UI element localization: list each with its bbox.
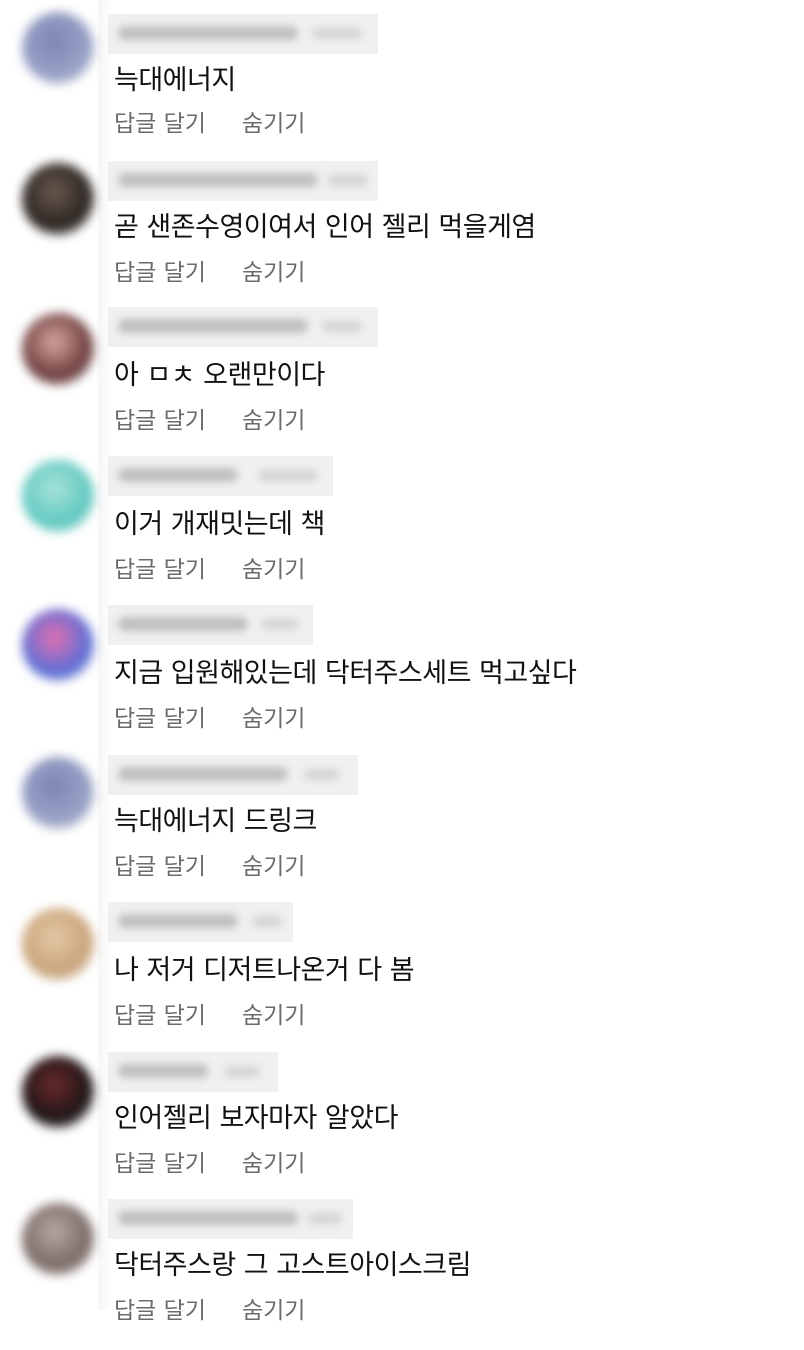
hide-button[interactable]: 숨기기 bbox=[242, 1291, 305, 1325]
hide-button[interactable]: 숨기기 bbox=[242, 847, 305, 881]
avatar[interactable] bbox=[22, 908, 94, 980]
reply-button[interactable]: 답글 달기 bbox=[114, 550, 206, 584]
username-blurred bbox=[108, 605, 313, 645]
comment-text: 늑대에너지 드링크 bbox=[114, 806, 317, 837]
reply-button[interactable]: 답글 달기 bbox=[114, 996, 206, 1030]
comment-item: 늑대에너지 답글 달기 숨기기 bbox=[0, 0, 804, 140]
avatar[interactable] bbox=[22, 609, 94, 681]
comment-list: 늑대에너지 답글 달기 숨기기 곧 샌존수영이여서 인어 젤리 먹을게염 답글 달… bbox=[0, 0, 804, 1350]
comment-text: 늑대에너지 bbox=[114, 65, 236, 96]
username-blurred bbox=[108, 1052, 278, 1092]
comment-item: 이거 개재밋는데 책 답글 달기 숨기기 bbox=[0, 446, 804, 586]
username-blurred bbox=[108, 755, 358, 795]
username-blurred bbox=[108, 307, 378, 347]
comment-item: 곧 샌존수영이여서 인어 젤리 먹을게염 답글 달기 숨기기 bbox=[0, 149, 804, 289]
comment-item: 인어젤리 보자마자 알았다 답글 달기 숨기기 bbox=[0, 1040, 804, 1180]
comment-text: 이거 개재밋는데 책 bbox=[114, 509, 325, 540]
avatar[interactable] bbox=[22, 313, 94, 385]
comment-actions: 답글 달기 숨기기 bbox=[114, 699, 305, 733]
comment-actions: 답글 달기 숨기기 bbox=[114, 847, 305, 881]
username-blurred bbox=[108, 161, 378, 201]
hide-button[interactable]: 숨기기 bbox=[242, 699, 305, 733]
hide-button[interactable]: 숨기기 bbox=[242, 996, 305, 1030]
comment-actions: 답글 달기 숨기기 bbox=[114, 1144, 305, 1178]
reply-button[interactable]: 답글 달기 bbox=[114, 401, 206, 435]
comment-item: 아 ㅁㅊ 오랜만이다 답글 달기 숨기기 bbox=[0, 297, 804, 437]
comment-text: 아 ㅁㅊ 오랜만이다 bbox=[114, 360, 325, 391]
comment-actions: 답글 달기 숨기기 bbox=[114, 253, 305, 287]
hide-button[interactable]: 숨기기 bbox=[242, 401, 305, 435]
reply-button[interactable]: 답글 달기 bbox=[114, 847, 206, 881]
username-blurred bbox=[108, 14, 378, 54]
reply-button[interactable]: 답글 달기 bbox=[114, 1291, 206, 1325]
avatar[interactable] bbox=[22, 460, 94, 532]
reply-button[interactable]: 답글 달기 bbox=[114, 104, 206, 138]
username-blurred bbox=[108, 456, 333, 496]
hide-button[interactable]: 숨기기 bbox=[242, 550, 305, 584]
comment-item: 늑대에너지 드링크 답글 달기 숨기기 bbox=[0, 743, 804, 883]
reply-button[interactable]: 답글 달기 bbox=[114, 253, 206, 287]
comment-text: 닥터주스랑 그 고스트아이스크림 bbox=[114, 1250, 471, 1281]
comment-item: 지금 입원해있는데 닥터주스세트 먹고싶다 답글 달기 숨기기 bbox=[0, 595, 804, 735]
comment-actions: 답글 달기 숨기기 bbox=[114, 1291, 305, 1325]
avatar[interactable] bbox=[22, 12, 94, 84]
reply-button[interactable]: 답글 달기 bbox=[114, 1144, 206, 1178]
hide-button[interactable]: 숨기기 bbox=[242, 1144, 305, 1178]
comment-actions: 답글 달기 숨기기 bbox=[114, 550, 305, 584]
comment-item: 나 저거 디저트나온거 다 봄 답글 달기 숨기기 bbox=[0, 892, 804, 1032]
comment-text: 나 저거 디저트나온거 다 봄 bbox=[114, 955, 415, 986]
comment-text: 인어젤리 보자마자 알았다 bbox=[114, 1103, 398, 1134]
username-blurred bbox=[108, 1199, 353, 1239]
avatar[interactable] bbox=[22, 757, 94, 829]
comment-text: 곧 샌존수영이여서 인어 젤리 먹을게염 bbox=[114, 212, 536, 243]
reply-button[interactable]: 답글 달기 bbox=[114, 699, 206, 733]
avatar[interactable] bbox=[22, 1056, 94, 1128]
avatar[interactable] bbox=[22, 163, 94, 235]
comment-actions: 답글 달기 숨기기 bbox=[114, 104, 305, 138]
hide-button[interactable]: 숨기기 bbox=[242, 104, 305, 138]
comment-actions: 답글 달기 숨기기 bbox=[114, 996, 305, 1030]
avatar[interactable] bbox=[22, 1203, 94, 1275]
comment-text: 지금 입원해있는데 닥터주스세트 먹고싶다 bbox=[114, 658, 577, 689]
comment-item: 닥터주스랑 그 고스트아이스크림 답글 달기 숨기기 bbox=[0, 1189, 804, 1329]
comment-actions: 답글 달기 숨기기 bbox=[114, 401, 305, 435]
username-blurred bbox=[108, 902, 293, 942]
hide-button[interactable]: 숨기기 bbox=[242, 253, 305, 287]
